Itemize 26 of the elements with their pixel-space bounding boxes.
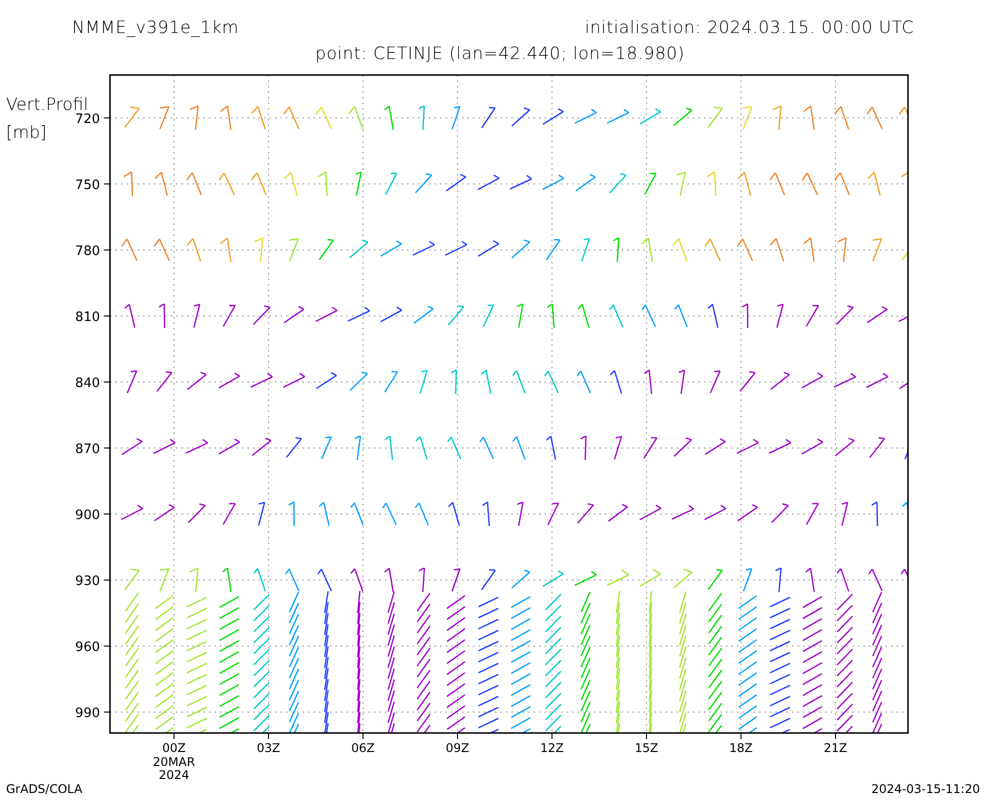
software-credit: GrADS/COLA — [6, 782, 82, 796]
axis-tick-label: 960 — [75, 640, 100, 656]
axis-tick-label: 930 — [75, 574, 100, 590]
axis-tick-label: 06Z — [351, 741, 375, 755]
axis-tick-label: 00Z — [162, 741, 186, 755]
axis-tick-label: 780 — [75, 244, 100, 259]
axis-tick-label: 15Z — [634, 741, 658, 755]
point-title: point: CETINJE (lan=42.440; lon=18.980) — [315, 44, 685, 64]
timestamp: 2024-03-15-11:20 — [871, 782, 980, 796]
axis-title: [mb] — [6, 123, 47, 143]
axis-date-label: 2024 — [158, 768, 190, 782]
axis-tick-label: 840 — [75, 376, 100, 391]
axis-tick-label: 810 — [75, 310, 100, 325]
axis-tick-label: 870 — [75, 442, 100, 458]
axis-tick-label: 09Z — [446, 741, 470, 755]
axis-tick-label: 18Z — [729, 741, 753, 755]
axis-tick-label: 990 — [75, 706, 100, 722]
axis-tick-label: 900 — [75, 508, 100, 524]
axis-tick-label: 720 — [75, 112, 100, 127]
initialisation-time: initialisation: 2024.03.15. 00:00 UTC — [584, 18, 914, 38]
axis-tick-label: 750 — [75, 178, 100, 193]
axis-tick-label: 03Z — [256, 741, 280, 755]
axis-date-label: 20MAR — [152, 755, 196, 769]
axis-tick-label: 12Z — [540, 741, 564, 755]
model-title: NMME_v391e_1km — [72, 18, 239, 38]
axis-tick-label: 21Z — [824, 741, 848, 755]
